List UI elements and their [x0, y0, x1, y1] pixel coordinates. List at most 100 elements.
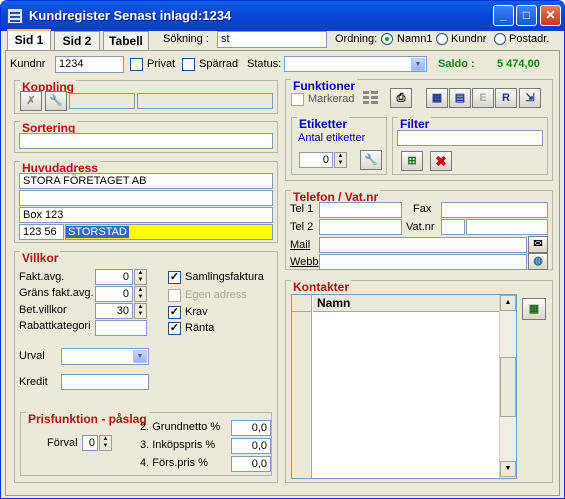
- privat-checkbox[interactable]: [130, 58, 143, 71]
- row-header-corner: [292, 295, 312, 312]
- maximize-button[interactable]: □: [516, 5, 537, 26]
- order-radio-namn1[interactable]: [381, 33, 393, 45]
- vatnr-label: Vat.nr: [406, 221, 435, 233]
- order-radio-kundnr[interactable]: [436, 33, 448, 45]
- grid-icon[interactable]: [362, 89, 380, 107]
- tab-sid2[interactable]: Sid 2: [54, 31, 100, 51]
- markerad-checkbox[interactable]: [291, 93, 304, 106]
- kontakter-panel: Kontakter Namn ▲ ▼ ▦: [285, 280, 553, 483]
- kontakter-title: Kontakter: [291, 280, 352, 294]
- chevron-down-icon[interactable]: ▼: [133, 350, 147, 363]
- chevron-down-icon[interactable]: ▼: [411, 58, 425, 71]
- tel2-field[interactable]: [319, 219, 402, 235]
- address-line-3[interactable]: Box 123: [19, 207, 273, 223]
- row-header-column: [292, 312, 312, 478]
- grundnetto-field[interactable]: 0,0: [231, 420, 271, 436]
- wrench-icon: 🔧: [49, 95, 63, 107]
- search-input[interactable]: st: [217, 31, 327, 48]
- kredit-field[interactable]: [61, 374, 149, 390]
- search-label: Sökning :: [163, 33, 209, 45]
- samlingsfaktura-checkbox[interactable]: ✓: [168, 271, 181, 284]
- fakt-avg-label: Fakt.avg.: [19, 271, 65, 283]
- forval-field[interactable]: 0: [82, 435, 98, 451]
- kontakter-scrollbar[interactable]: ▲ ▼: [499, 295, 516, 478]
- antal-etiketter-spinner[interactable]: ▲ ▼: [334, 152, 347, 168]
- tel1-field[interactable]: [319, 202, 402, 218]
- printer-icon: ⎙: [396, 92, 406, 104]
- sparrad-label: Spärrad: [199, 58, 239, 70]
- ranta-checkbox[interactable]: ✓: [168, 322, 181, 335]
- order-radio-postadr[interactable]: [494, 33, 506, 45]
- print-button[interactable]: ⎙: [390, 88, 412, 108]
- document-icon: ▤: [454, 92, 466, 104]
- kontakter-list[interactable]: Namn ▲ ▼: [291, 294, 517, 479]
- koppling-field-2: [137, 93, 273, 109]
- egen-adress-checkbox[interactable]: [168, 289, 181, 302]
- antal-etiketter-field[interactable]: 0: [299, 152, 333, 168]
- krav-checkbox[interactable]: ✓: [168, 306, 181, 319]
- order-label-postadr: Postadr.: [509, 33, 550, 45]
- rabattkategori-field[interactable]: [95, 320, 147, 336]
- prisfunktion-panel: Prisfunktion - påslag Förval 0 ▲ ▼ 2. Gru…: [20, 412, 272, 476]
- grans-fakt-avg-spinner[interactable]: ▲ ▼: [134, 286, 147, 302]
- scroll-thumb[interactable]: [500, 357, 516, 417]
- address-line-2[interactable]: [19, 190, 273, 206]
- document-button[interactable]: ▤: [449, 88, 471, 108]
- koppling-panel: Koppling ✗ 🔧: [14, 80, 278, 114]
- villkor-title: Villkor: [20, 251, 61, 265]
- apply-filter-button[interactable]: ⊞: [401, 151, 423, 171]
- minimize-button[interactable]: _: [493, 5, 514, 26]
- fakt-avg-spinner[interactable]: ▲ ▼: [134, 269, 147, 285]
- vatnr-field[interactable]: [466, 219, 548, 235]
- window-title: Kundregister Senast inlagd:1234: [29, 8, 232, 23]
- krav-label: Krav: [185, 306, 208, 318]
- export-button[interactable]: ⇲: [519, 88, 541, 108]
- privat-label: Privat: [147, 58, 176, 70]
- globe-icon: ◍: [533, 255, 543, 267]
- urval-label: Urval: [19, 350, 45, 362]
- r-button[interactable]: R: [495, 88, 517, 108]
- ort-field[interactable]: STORSTAD: [65, 224, 273, 240]
- filter-field[interactable]: [397, 130, 543, 146]
- fax-field[interactable]: [441, 202, 548, 218]
- tab-tabell[interactable]: Tabell: [103, 31, 149, 51]
- status-select[interactable]: ▼: [284, 56, 427, 72]
- bet-villkor-field[interactable]: 30: [95, 303, 133, 319]
- mail-field[interactable]: [319, 237, 527, 253]
- sortering-field[interactable]: [19, 133, 273, 149]
- title-bar[interactable]: Kundregister Senast inlagd:1234 _ □ ✕: [1, 1, 564, 31]
- etiketter-tool-button[interactable]: 🔧: [360, 150, 382, 170]
- order-label-kundnr: Kundnr: [451, 33, 487, 45]
- bet-villkor-spinner[interactable]: ▲ ▼: [134, 303, 147, 319]
- grans-fakt-avg-field[interactable]: 0: [95, 286, 133, 302]
- postnr-field[interactable]: 123 56: [19, 224, 64, 240]
- filter-panel: Filter ⊞ ✖: [392, 117, 548, 175]
- scroll-down-arrow[interactable]: ▼: [500, 461, 516, 477]
- kredit-label: Kredit: [19, 376, 48, 388]
- close-button[interactable]: ✕: [540, 5, 561, 26]
- kundnr-field[interactable]: 1234: [55, 56, 124, 73]
- fakt-avg-field[interactable]: 0: [95, 269, 133, 285]
- unlink-button[interactable]: ✗: [20, 91, 42, 111]
- address-line-1[interactable]: STORA FÖRETAGET AB: [19, 173, 273, 189]
- forval-spinner[interactable]: ▲ ▼: [99, 435, 112, 451]
- e-button[interactable]: E: [472, 88, 494, 108]
- forspris-field[interactable]: 0,0: [231, 456, 271, 472]
- tool-button[interactable]: 🔧: [45, 91, 67, 111]
- egen-adress-label: Egen adress: [185, 289, 247, 301]
- namn-column-header[interactable]: Namn: [313, 295, 499, 312]
- add-contact-button[interactable]: ▦: [522, 298, 546, 320]
- calculator-button[interactable]: ▦: [426, 88, 448, 108]
- clear-filter-button[interactable]: ✖: [430, 151, 452, 171]
- webb-field[interactable]: [319, 254, 527, 270]
- sparrad-checkbox[interactable]: [182, 58, 195, 71]
- status-label: Status:: [247, 58, 282, 70]
- scroll-up-arrow[interactable]: ▲: [500, 295, 516, 311]
- vatnr-prefix-field[interactable]: [441, 219, 465, 235]
- inkopspris-field[interactable]: 0,0: [231, 438, 271, 454]
- mail-button[interactable]: ✉: [528, 236, 548, 253]
- order-label: Ordning:: [335, 33, 378, 45]
- tab-sid1[interactable]: Sid 1: [7, 29, 51, 51]
- urval-select[interactable]: ▼: [61, 348, 149, 365]
- web-button[interactable]: ◍: [528, 253, 548, 270]
